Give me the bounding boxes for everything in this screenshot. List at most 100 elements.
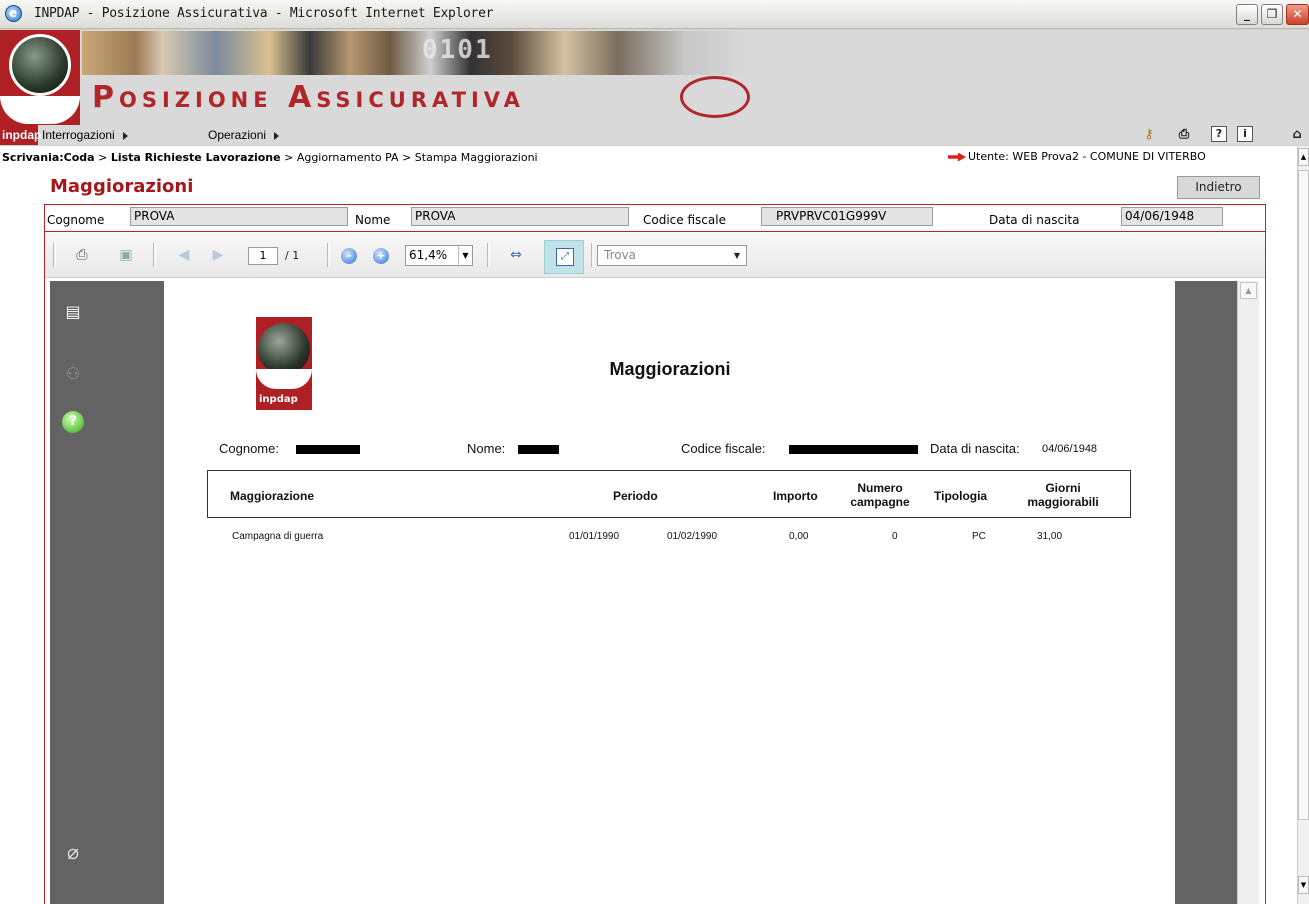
zoom-in-icon[interactable]: + xyxy=(373,248,389,264)
paperclip-icon[interactable]: ⌀ xyxy=(62,841,84,863)
table-header: Maggiorazione Periodo Importo Numero cam… xyxy=(207,470,1131,518)
column-header-numero-campagne: Numero campagne xyxy=(850,481,910,509)
cell-tipologia: PC xyxy=(972,531,986,542)
home-icon[interactable]: ⌂ xyxy=(1288,126,1306,143)
page-total: / 1 xyxy=(285,249,300,262)
report-cognome-label: Cognome: xyxy=(219,441,279,456)
cell-maggiorazione: Campagna di guerra xyxy=(232,531,324,542)
viewer-side-panel: ▤ ⚇ ? ⌀ xyxy=(50,281,164,904)
info-icon[interactable]: i xyxy=(1237,126,1253,142)
restore-button[interactable]: ❐ xyxy=(1261,4,1283,25)
toolbar-separator xyxy=(327,243,330,267)
toolbar-separator xyxy=(487,243,490,267)
identity-fields-row: Cognome PROVA Nome PROVA Codice fiscale … xyxy=(45,205,1265,232)
breadcrumb-sep: > xyxy=(94,151,111,164)
fit-page-button[interactable]: ⤢ xyxy=(544,240,584,274)
logo-swoosh xyxy=(256,369,312,389)
cognome-field: PROVA xyxy=(130,207,348,226)
key-icon[interactable]: ⚷ xyxy=(1140,126,1158,143)
zoom-value: 61,4% xyxy=(409,248,448,262)
back-button[interactable]: Indietro xyxy=(1177,176,1260,199)
fit-page-icon: ⤢ xyxy=(556,248,574,266)
menu-interrogazioni[interactable]: Interrogazioni xyxy=(42,128,128,142)
print-icon[interactable]: ⎙ xyxy=(71,244,93,266)
pages-icon[interactable]: ▤ xyxy=(62,301,84,323)
scroll-up-icon[interactable]: ▲ xyxy=(1298,148,1309,166)
report-cf-label: Codice fiscale: xyxy=(681,441,766,456)
breadcrumb-rest: > Aggiornamento PA > Stampa Maggiorazion… xyxy=(280,151,538,164)
breadcrumb-list-link[interactable]: Lista Richieste Lavorazione xyxy=(111,151,281,164)
help-icon[interactable]: ? xyxy=(1211,126,1227,142)
red-arrow-icon xyxy=(948,152,966,162)
nome-label: Nome xyxy=(355,213,391,227)
user-info-text: Utente: WEB Prova2 - COMUNE DI VITERBO xyxy=(968,150,1206,163)
cell-importo: 0,00 xyxy=(789,531,809,542)
report-viewer-toolbar: ⎙ ▣ ◀ ▶ 1 / 1 – + 61,4% ▼ ⇔ ⤢ Trova ▼ xyxy=(45,233,1265,278)
minimize-button[interactable]: _ xyxy=(1236,4,1258,25)
cell-periodo-dal: 01/01/1990 xyxy=(569,531,620,542)
report-dn-value: 04/06/1948 xyxy=(1042,443,1098,455)
codice-fiscale-label: Codice fiscale xyxy=(643,213,726,227)
column-header-periodo: Periodo xyxy=(613,489,658,503)
breadcrumb-bar: Scrivania:Coda > Lista Richieste Lavoraz… xyxy=(0,146,1297,168)
nome-field: PROVA xyxy=(411,207,629,226)
scroll-down-icon[interactable]: ▼ xyxy=(1298,876,1309,894)
redaction-bar xyxy=(296,445,360,454)
column-header-giorni: Giorni maggiorabili xyxy=(1027,481,1099,509)
window-title: INPDAP - Posizione Assicurativa - Micros… xyxy=(34,6,494,21)
cognome-label: Cognome xyxy=(47,213,105,227)
banner-photo-strip: 0101 xyxy=(82,31,752,75)
next-page-icon[interactable]: ▶ xyxy=(207,244,229,266)
internet-explorer-icon: e xyxy=(5,5,22,22)
viewer-right-margin xyxy=(1175,281,1237,904)
data-nascita-label: Data di nascita xyxy=(989,213,1080,227)
breadcrumb: Scrivania:Coda > Lista Richieste Lavoraz… xyxy=(2,151,538,164)
menu-bar: inpdap Interrogazioni Operazioni ⚷ ⎙ ? i… xyxy=(0,125,1309,145)
redaction-bar xyxy=(518,445,559,454)
submenu-arrow-icon xyxy=(274,131,280,140)
logo-globe-icon xyxy=(258,323,310,375)
chevron-down-icon[interactable]: ▼ xyxy=(458,246,472,265)
scroll-up-icon[interactable]: ▲ xyxy=(1240,282,1257,299)
cell-periodo-al: 01/02/1990 xyxy=(667,531,718,542)
toolbar-separator xyxy=(591,243,594,267)
page-number-input[interactable]: 1 xyxy=(248,247,278,265)
previous-page-icon[interactable]: ◀ xyxy=(173,244,195,266)
column-header-importo: Importo xyxy=(773,489,818,503)
zoom-select[interactable]: 61,4% ▼ xyxy=(405,245,473,266)
toolbar-separator xyxy=(153,243,156,267)
scrollbar-thumb[interactable] xyxy=(1298,170,1309,820)
browser-scrollbar[interactable]: ▲ ▼ xyxy=(1297,146,1309,904)
menu-interrogazioni-label: Interrogazioni xyxy=(42,128,115,142)
save-icon[interactable]: ▣ xyxy=(115,244,137,266)
search-input[interactable]: Trova xyxy=(597,245,747,266)
menu-operazioni[interactable]: Operazioni xyxy=(208,128,280,142)
logo-globe-icon xyxy=(9,34,71,96)
banner-photo-text: 0101 xyxy=(422,35,493,65)
close-button[interactable]: ✕ xyxy=(1286,4,1309,25)
viewer-scrollbar[interactable]: ▲ xyxy=(1237,281,1259,904)
column-header-tipologia: Tipologia xyxy=(934,489,988,503)
cell-giorni: 31,00 xyxy=(1037,531,1063,542)
zoom-out-icon[interactable]: – xyxy=(341,248,357,264)
codice-fiscale-field: PRVPRVC01G999V xyxy=(761,207,933,226)
data-nascita-field: 04/06/1948 xyxy=(1121,207,1223,226)
cell-numero-campagne: 0 xyxy=(892,531,898,542)
report-nome-label: Nome: xyxy=(467,441,506,456)
window-titlebar: e INPDAP - Posizione Assicurativa - Micr… xyxy=(0,0,1309,29)
report-logo: inpdap xyxy=(256,317,312,410)
report-logo-text: inpdap xyxy=(259,394,298,405)
menu-operazioni-label: Operazioni xyxy=(208,128,267,142)
help-icon[interactable]: ? xyxy=(62,411,84,433)
binoculars-icon[interactable]: ⚇ xyxy=(62,363,84,385)
fit-width-icon[interactable]: ⇔ xyxy=(505,244,527,266)
toolbar-separator xyxy=(53,243,56,267)
brand-label: inpdap xyxy=(0,125,41,145)
column-header-maggiorazione: Maggiorazione xyxy=(230,489,315,503)
breadcrumb-root-link[interactable]: Scrivania:Coda xyxy=(2,151,95,164)
chevron-down-icon[interactable]: ▼ xyxy=(729,246,745,265)
user-info: Utente: WEB Prova2 - COMUNE DI VITERBO xyxy=(948,150,1206,163)
print-icon[interactable]: ⎙ xyxy=(1175,126,1193,143)
report-dn-label: Data di nascita: xyxy=(930,441,1020,456)
submenu-arrow-icon xyxy=(122,131,128,140)
